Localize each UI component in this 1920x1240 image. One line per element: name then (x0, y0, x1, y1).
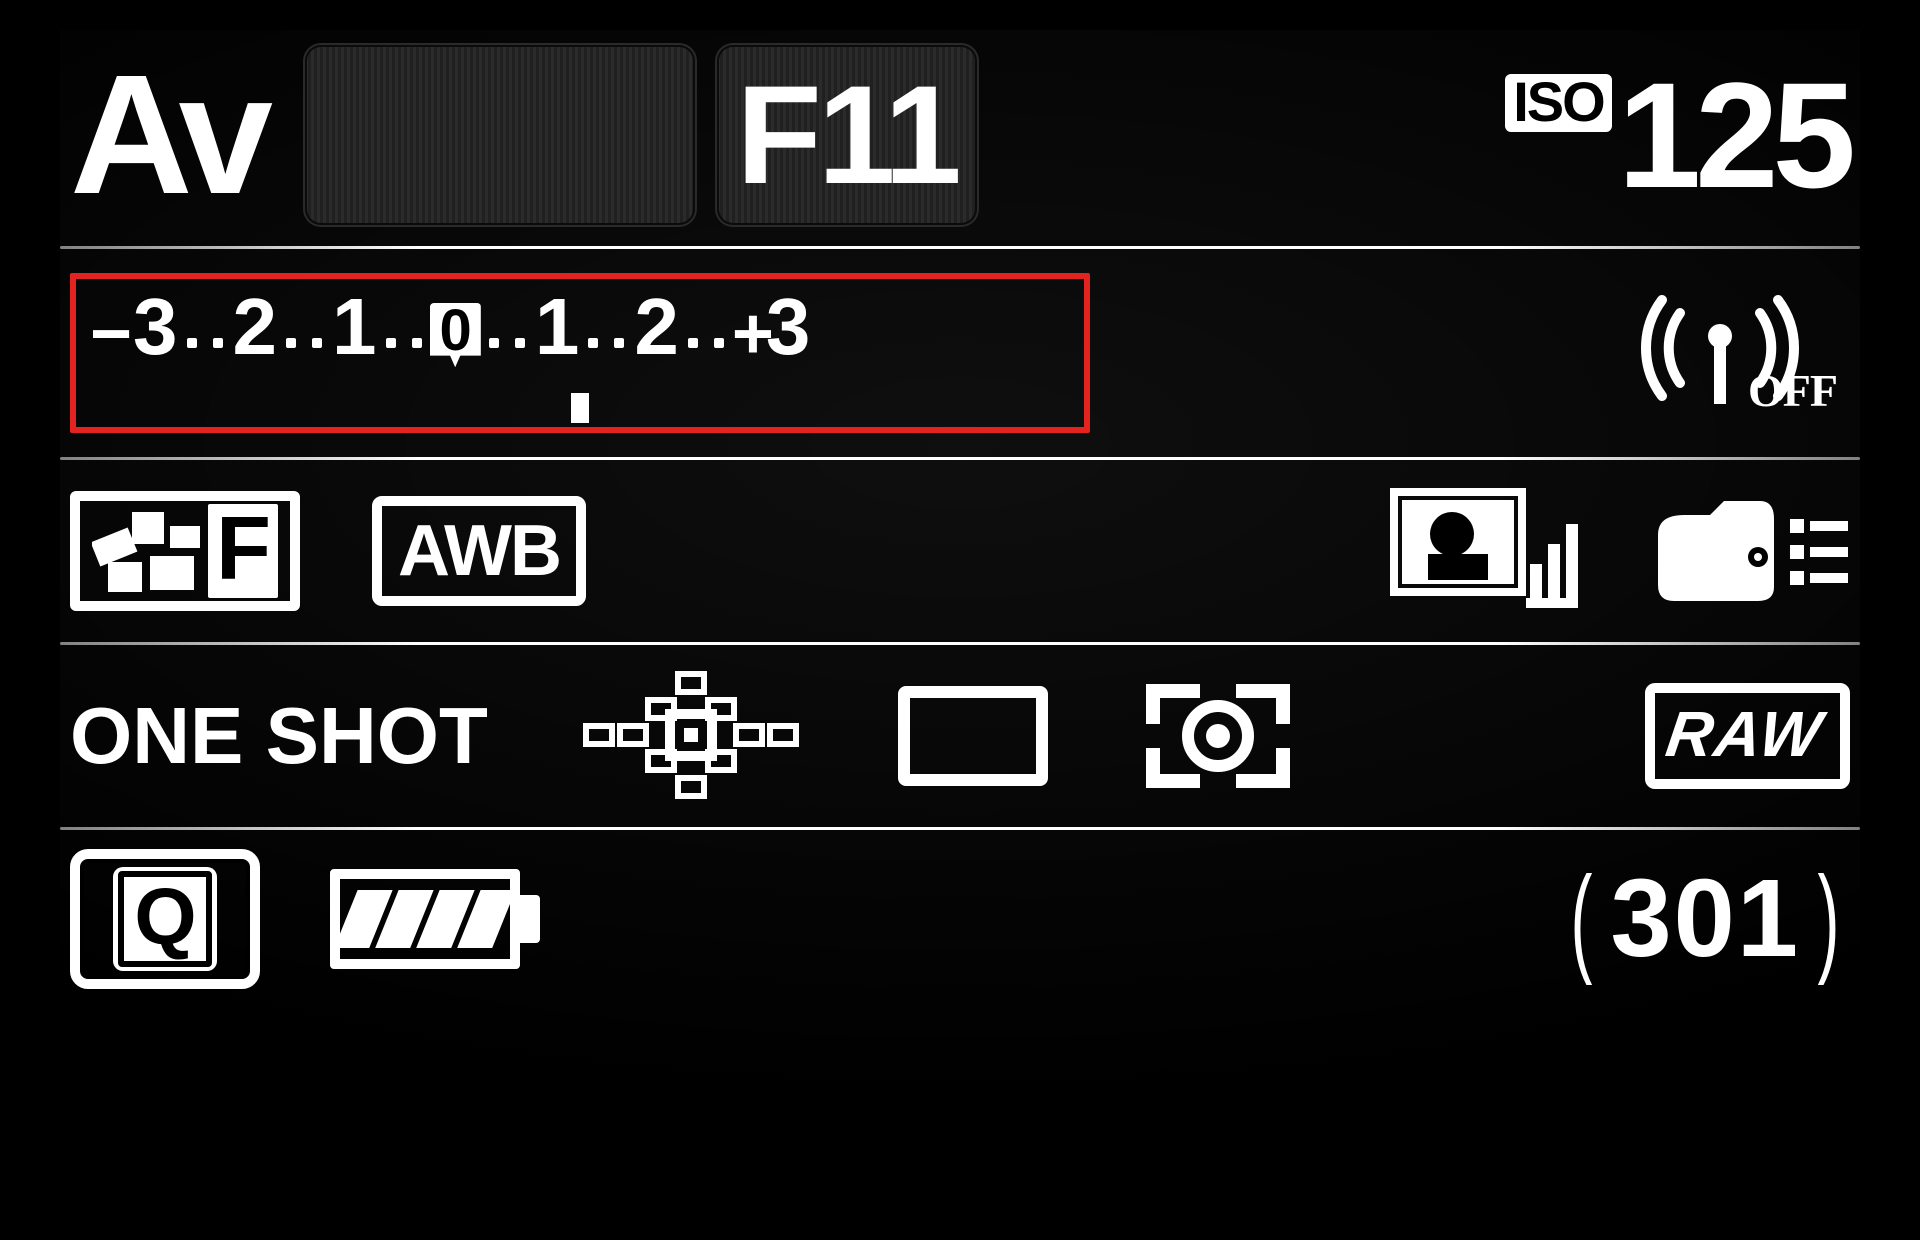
metering-mode-icon[interactable] (1138, 676, 1298, 796)
drive-mode-single-icon[interactable] (898, 686, 1048, 786)
camera-settings-icon[interactable] (1650, 491, 1850, 611)
quick-control-label: Q (118, 871, 211, 967)
battery-level-icon (330, 869, 540, 969)
exposure-scale-number: 1 (533, 287, 581, 367)
status-row: Q ( 301 ) (60, 836, 1860, 1001)
wireless-status[interactable]: OFF (1640, 288, 1850, 418)
camera-quick-control-screen: Av F11 ISO 125 − 3 2 1 0 1 2 + 3 (60, 30, 1860, 1210)
shots-remaining-value: 301 (1611, 855, 1801, 982)
picture-style-icon (92, 506, 202, 596)
image-settings-row: F AWB (60, 466, 1860, 636)
picture-style-suffix: F (208, 504, 278, 598)
iso-value: 125 (1618, 60, 1850, 210)
picture-style-setting[interactable]: F (70, 491, 300, 611)
divider (60, 642, 1860, 645)
divider (60, 457, 1860, 460)
image-quality-setting[interactable]: RAW (1645, 683, 1850, 789)
bracket-left-icon: ( (1570, 850, 1593, 988)
white-balance-label: AWB (398, 510, 560, 592)
exposure-scale-number: 2 (632, 287, 680, 367)
focus-drive-row: ONE SHOT (60, 651, 1860, 821)
iso-label-icon: ISO (1505, 74, 1611, 132)
top-settings-row: Av F11 ISO 125 (60, 30, 1860, 240)
shooting-mode: Av (70, 50, 265, 220)
wifi-off-icon: OFF (1640, 288, 1850, 418)
exposure-indicator-icon (571, 393, 589, 423)
shutter-speed-field[interactable] (305, 45, 695, 225)
exposure-scale-number: 3 (764, 287, 812, 367)
exposure-scale-number: 2 (231, 287, 279, 367)
bracket-right-icon: ) (1817, 850, 1840, 988)
auto-lighting-optimizer-icon[interactable] (1388, 486, 1578, 616)
iso-setting[interactable]: ISO 125 (1505, 60, 1850, 210)
divider (60, 827, 1860, 830)
image-quality-label: RAW (1661, 697, 1827, 771)
af-point-selection-icon[interactable] (578, 666, 808, 806)
exposure-row: − 3 2 1 0 1 2 + 3 (60, 255, 1860, 451)
aperture-field[interactable]: F11 (717, 45, 977, 225)
exposure-plus-icon: + (732, 298, 764, 370)
white-balance-setting[interactable]: AWB (372, 496, 586, 606)
exposure-scale-number: 1 (330, 287, 378, 367)
svg-text:OFF: OFF (1748, 365, 1837, 416)
exposure-compensation-scale[interactable]: − 3 2 1 0 1 2 + 3 (70, 273, 1090, 433)
quick-control-button[interactable]: Q (70, 849, 260, 989)
exposure-minus-icon: − (90, 298, 131, 370)
shots-remaining: ( 301 ) (1561, 850, 1850, 988)
af-mode-setting[interactable]: ONE SHOT (70, 690, 488, 782)
exposure-scale-number: 3 (131, 287, 179, 367)
exposure-scale-zero-icon: 0 (430, 303, 481, 367)
divider (60, 246, 1860, 249)
